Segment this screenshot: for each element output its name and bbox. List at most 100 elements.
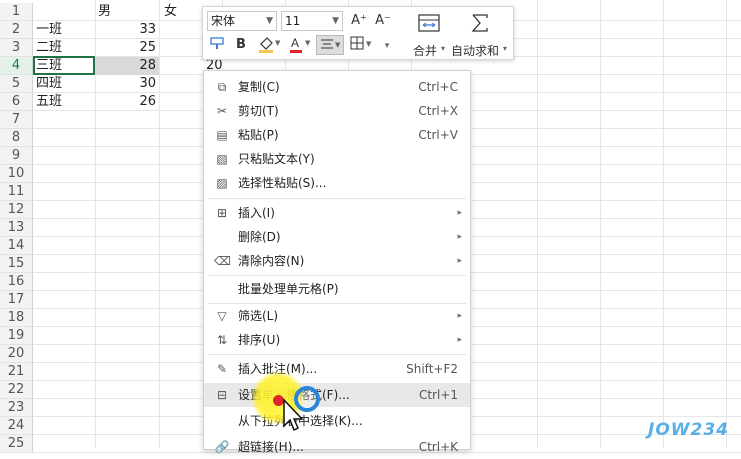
menu-item-batch[interactable]: 批量处理单元格(P) [204, 277, 470, 301]
decrease-font-size-button[interactable]: A⁻ [373, 11, 393, 31]
row-header[interactable]: 3 [0, 39, 33, 57]
font-size-select[interactable]: 11 ▼ [281, 11, 343, 31]
row-header[interactable]: 19 [0, 327, 33, 345]
header-male[interactable]: 男 [95, 3, 159, 21]
menu-separator [208, 354, 466, 355]
autosum-button[interactable]: 自动求和 ▾ [451, 12, 511, 60]
row-header[interactable]: 8 [0, 129, 33, 147]
fill-color-button[interactable]: ▼ [255, 35, 283, 55]
class-name-cell[interactable]: 五班 [33, 93, 95, 111]
menu-item-label: 删除(D) [238, 230, 281, 244]
male-count-cell[interactable]: 25 [95, 39, 159, 57]
font-color-icon: A ▼ [290, 36, 311, 53]
align-button[interactable]: ▼ [316, 35, 344, 55]
row-header[interactable]: 5 [0, 75, 33, 93]
row-header[interactable]: 9 [0, 147, 33, 165]
chevron-down-icon: ▼ [332, 16, 339, 26]
merge-button[interactable]: 合并 ▾ [411, 12, 447, 60]
merge-label: 合并 [413, 44, 438, 58]
row-header[interactable]: 22 [0, 381, 33, 399]
format-painter-button[interactable] [207, 35, 227, 55]
row-header[interactable]: 12 [0, 201, 33, 219]
class-name-cell[interactable]: 二班 [33, 39, 95, 57]
menu-separator [208, 198, 466, 199]
row-header[interactable]: 1 [0, 3, 33, 21]
chevron-right-icon: ▸ [457, 256, 462, 266]
male-count-cell[interactable]: 26 [95, 93, 159, 111]
chevron-down-icon: ▾ [441, 44, 446, 53]
insert-icon: ⊞ [216, 206, 228, 220]
more-button[interactable]: ▾ [377, 35, 397, 55]
row-header[interactable]: 25 [0, 435, 33, 453]
row-header[interactable]: 6 [0, 93, 33, 111]
menu-item-shortcut: Ctrl+K [418, 440, 458, 454]
menu-item-pick-from-list[interactable]: 从下拉列表中选择(K)... [204, 409, 470, 433]
font-color-button[interactable]: A ▼ [287, 35, 313, 55]
menu-item-hyperlink[interactable]: 🔗 超链接(H)... Ctrl+K [204, 435, 470, 459]
row-header[interactable]: 21 [0, 363, 33, 381]
chevron-down-icon: ▾ [384, 41, 390, 51]
row-header[interactable]: 11 [0, 183, 33, 201]
chevron-down-icon: ▼ [266, 16, 273, 26]
align-center-icon: ▼ [321, 39, 341, 49]
row-header[interactable]: 14 [0, 237, 33, 255]
paste-icon: ▤ [216, 128, 228, 142]
class-name-cell[interactable]: 四班 [33, 75, 95, 93]
merge-icon [418, 14, 440, 32]
male-count-cell[interactable]: 28 [95, 57, 159, 75]
menu-item-label: 选择性粘贴(S)... [238, 176, 327, 190]
menu-item-label: 粘贴(P) [238, 128, 279, 142]
male-count-cell[interactable]: 30 [95, 75, 159, 93]
menu-item-label: 复制(C) [238, 80, 280, 94]
row-header[interactable]: 13 [0, 219, 33, 237]
context-menu: ⧉ 复制(C) Ctrl+C ✂ 剪切(T) Ctrl+X ▤ 粘贴(P) Ct… [203, 70, 471, 454]
class-name-cell[interactable]: 三班 [33, 57, 95, 75]
menu-item-copy[interactable]: ⧉ 复制(C) Ctrl+C [204, 75, 470, 99]
bold-button[interactable]: B [231, 35, 251, 55]
menu-item-insert[interactable]: ⊞ 插入(I) ▸ [204, 201, 470, 225]
decrease-font-icon: A⁻ [375, 13, 391, 28]
class-name-cell[interactable]: 一班 [33, 21, 95, 39]
row-header[interactable]: 7 [0, 111, 33, 129]
clear-icon: ⌫ [214, 254, 231, 268]
menu-item-shortcut: Ctrl+1 [418, 388, 458, 402]
menu-item-delete[interactable]: 删除(D) ▸ [204, 225, 470, 249]
menu-item-label: 只粘贴文本(Y) [238, 152, 315, 166]
menu-item-format-cells[interactable]: ⊟ 设置单元格格式(F)... Ctrl+1 [204, 383, 470, 407]
row-header[interactable]: 10 [0, 165, 33, 183]
chevron-right-icon: ▸ [457, 208, 462, 218]
format-cells-icon: ⊟ [216, 388, 228, 402]
row-header[interactable]: 20 [0, 345, 33, 363]
chevron-down-icon: ▾ [503, 44, 508, 53]
menu-item-label: 筛选(L) [238, 309, 279, 323]
menu-item-label: 排序(U) [238, 333, 281, 347]
mini-toolbar: 宋体 ▼ 11 ▼ A⁺ A⁻ B ▼ A ▼ ▼ ▼ ▾ 合并 ▾ 自动求和 ▾ [202, 6, 514, 60]
male-count-cell[interactable]: 33 [95, 21, 159, 39]
increase-font-size-button[interactable]: A⁺ [349, 11, 369, 31]
font-name-select[interactable]: 宋体 ▼ [207, 11, 277, 31]
menu-item-filter[interactable]: ▽ 筛选(L) ▸ [204, 304, 470, 328]
comment-icon: ✎ [216, 362, 228, 376]
chevron-right-icon: ▸ [457, 335, 462, 345]
menu-item-clear[interactable]: ⌫ 清除内容(N) ▸ [204, 249, 470, 273]
borders-button[interactable]: ▼ [347, 35, 375, 55]
chevron-right-icon: ▸ [457, 311, 462, 321]
menu-item-cut[interactable]: ✂ 剪切(T) Ctrl+X [204, 99, 470, 123]
menu-item-paste-text[interactable]: ▧ 只粘贴文本(Y) [204, 147, 470, 171]
chevron-right-icon: ▸ [457, 232, 462, 242]
row-header[interactable]: 16 [0, 273, 33, 291]
svg-text:▼: ▼ [335, 41, 341, 49]
menu-item-paste[interactable]: ▤ 粘贴(P) Ctrl+V [204, 123, 470, 147]
row-header[interactable]: 23 [0, 399, 33, 417]
paste-text-icon: ▧ [216, 152, 228, 166]
menu-item-sort[interactable]: ⇅ 排序(U) ▸ [204, 328, 470, 352]
menu-item-insert-comment[interactable]: ✎ 插入批注(M)... Shift+F2 [204, 357, 470, 381]
row-header[interactable]: 15 [0, 255, 33, 273]
row-header[interactable]: 24 [0, 417, 33, 435]
row-header[interactable]: 17 [0, 291, 33, 309]
row-header[interactable]: 2 [0, 21, 33, 39]
row-header[interactable]: 4 [0, 57, 33, 75]
row-header[interactable]: 18 [0, 309, 33, 327]
filter-icon: ▽ [217, 309, 227, 323]
menu-item-paste-special[interactable]: ▨ 选择性粘贴(S)... [204, 171, 470, 195]
